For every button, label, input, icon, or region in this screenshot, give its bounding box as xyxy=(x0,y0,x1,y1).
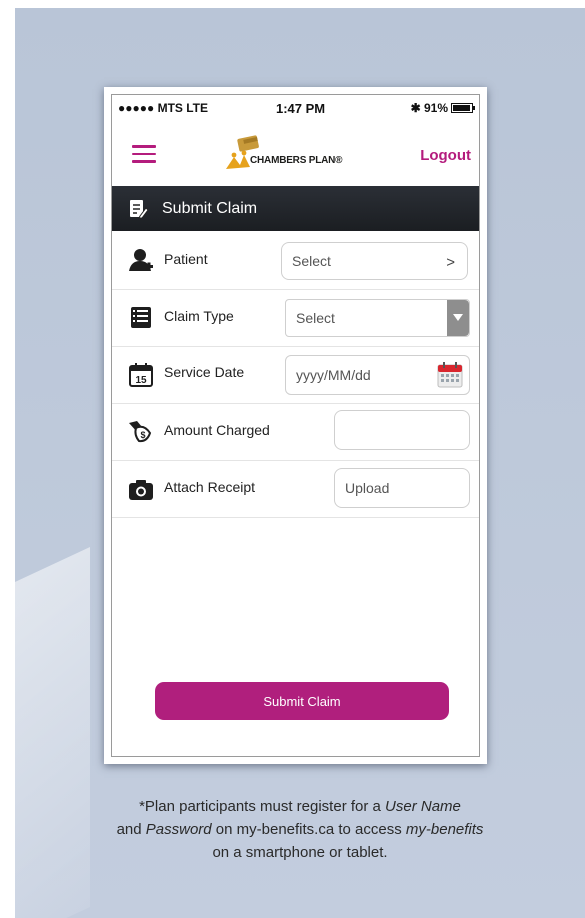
footnote-line-1: *Plan participants must register for a U… xyxy=(15,795,585,818)
submit-claim-button[interactable]: Submit Claim xyxy=(155,682,449,720)
upload-receipt-button[interactable]: Upload xyxy=(334,468,470,508)
attach-receipt-label: Attach Receipt xyxy=(164,479,256,495)
money-icon: $ xyxy=(129,421,152,443)
patient-icon xyxy=(129,249,153,271)
claim-type-icon xyxy=(131,307,151,328)
claim-type-row: Claim Type Select xyxy=(112,290,479,347)
footnote-text-1a: *Plan participants must register for a xyxy=(139,798,386,815)
claim-form: Patient Select > Claim Type Select 15 Se… xyxy=(112,233,479,518)
chambers-plan-logo: CHAMBERS PLAN® xyxy=(224,131,374,175)
calendar-day-text: 15 xyxy=(135,375,147,386)
footnote-line-3: on a smartphone or tablet. xyxy=(212,844,388,861)
service-date-placeholder: yyyy/MM/dd xyxy=(296,367,371,383)
phone-screen: ●●●●● MTS LTE 1:47 PM ✱ 91% CHAMBERS PLA xyxy=(111,94,480,757)
footnote-text-2d: my-benefits xyxy=(405,821,484,838)
service-date-label: Service Date xyxy=(164,364,245,380)
amount-charged-row: $ Amount Charged xyxy=(112,404,479,461)
footnote-text-1b: User Name xyxy=(385,798,461,815)
camera-icon xyxy=(129,480,153,500)
patient-select[interactable]: Select > xyxy=(281,242,468,280)
nav-bar: CHAMBERS PLAN® Logout xyxy=(112,121,479,183)
chevron-right-icon: > xyxy=(446,254,455,271)
footnote-text-2a: and xyxy=(116,821,146,838)
claim-type-label: Claim Type xyxy=(164,308,234,324)
phone-frame: ●●●●● MTS LTE 1:47 PM ✱ 91% CHAMBERS PLA xyxy=(104,87,487,764)
brand-name: CHAMBERS PLAN® xyxy=(250,155,343,166)
upload-receipt-label: Upload xyxy=(345,480,390,496)
page-title: Submit Claim xyxy=(162,199,258,217)
logout-link[interactable]: Logout xyxy=(420,147,471,164)
carrier-label: ●●●●● MTS LTE xyxy=(118,101,209,115)
claim-type-select-value: Select xyxy=(296,310,335,326)
battery-indicator: ✱ 91% xyxy=(410,101,475,115)
footnote-text-2b: Password xyxy=(145,821,212,838)
service-date-row: 15 Service Date yyyy/MM/dd xyxy=(112,347,479,404)
menu-icon[interactable] xyxy=(132,145,156,163)
calendar-picker-icon[interactable] xyxy=(437,362,463,388)
battery-icon xyxy=(451,103,475,113)
patient-row: Patient Select > xyxy=(112,233,479,290)
footnote-line-2: and Password on my-benefits.ca to access… xyxy=(15,818,585,841)
calendar-icon: 15 xyxy=(129,363,153,387)
patient-select-value: Select xyxy=(292,253,331,269)
page-header: Submit Claim xyxy=(112,186,479,231)
footnote: *Plan participants must register for a U… xyxy=(15,795,585,864)
status-bar: ●●●●● MTS LTE 1:47 PM ✱ 91% xyxy=(112,95,479,119)
dropdown-arrow-icon[interactable] xyxy=(447,300,469,336)
battery-percent: ✱ 91% xyxy=(410,101,448,115)
amount-charged-input[interactable] xyxy=(334,410,470,450)
document-edit-icon xyxy=(130,199,148,218)
patient-label: Patient xyxy=(164,251,208,267)
clock: 1:47 PM xyxy=(276,101,326,116)
attach-receipt-row: Attach Receipt Upload xyxy=(112,461,479,518)
claim-type-select[interactable]: Select xyxy=(285,299,470,337)
amount-charged-label: Amount Charged xyxy=(164,422,270,438)
footnote-text-2c: on my-benefits.ca to access xyxy=(211,821,406,838)
service-date-input[interactable]: yyyy/MM/dd xyxy=(285,355,470,395)
svg-text:$: $ xyxy=(140,430,145,440)
